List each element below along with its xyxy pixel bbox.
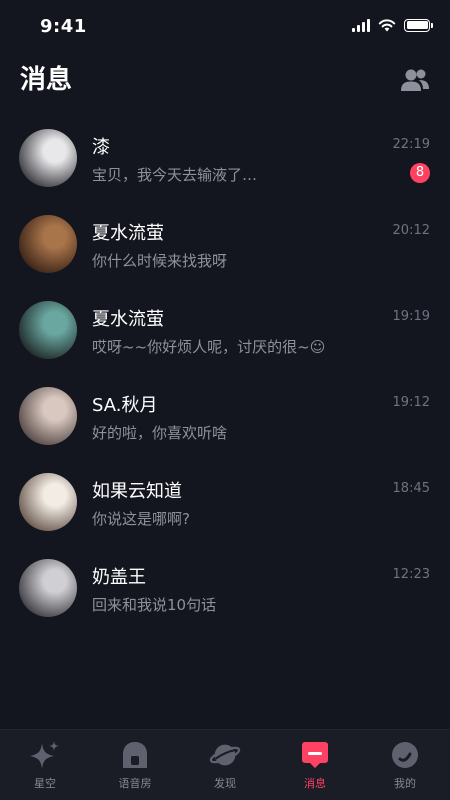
tab-messages[interactable]: 消息 — [270, 730, 360, 800]
tab-voice-room[interactable]: 语音房 — [90, 730, 180, 800]
chat-name: SA.秋月 — [92, 395, 158, 416]
contacts-button[interactable] — [400, 66, 430, 94]
avatar — [19, 215, 77, 273]
chat-preview: 哎呀~~你好烦人呢，讨厌的很~☺ — [92, 338, 326, 356]
chat-name: 漆 — [92, 137, 110, 158]
people-icon — [401, 69, 429, 91]
chat-preview: 你说这是哪啊? — [92, 510, 190, 528]
chat-time: 20:12 — [392, 223, 430, 238]
avatar — [19, 559, 77, 617]
chat-time: 12:23 — [392, 567, 430, 582]
tab-label: 星空 — [34, 777, 56, 790]
tab-label: 我的 — [394, 777, 416, 790]
chat-preview: 回来和我说10句话 — [92, 596, 217, 614]
chat-row[interactable]: 夏水流萤 你什么时候来找我呀 20:12 — [0, 202, 450, 288]
cellular-signal-icon — [352, 18, 370, 32]
wifi-icon — [378, 19, 396, 32]
messages-screen: 9:41 消息 漆 宝贝，我今天去输液了… 22:19 8 夏水流萤 你什么时候… — [0, 0, 450, 800]
message-icon — [299, 739, 331, 771]
tab-label: 发现 — [214, 777, 236, 790]
chat-row[interactable]: SA.秋月 好的啦，你喜欢听啥 19:12 — [0, 374, 450, 460]
chat-row[interactable]: 夏水流萤 哎呀~~你好烦人呢，讨厌的很~☺ 19:19 — [0, 288, 450, 374]
chat-list: 漆 宝贝，我今天去输液了… 22:19 8 夏水流萤 你什么时候来找我呀 20:… — [0, 116, 450, 632]
chat-row[interactable]: 如果云知道 你说这是哪啊? 18:45 — [0, 460, 450, 546]
chat-time: 22:19 — [392, 137, 430, 152]
chat-time: 18:45 — [392, 481, 430, 496]
chat-name: 如果云知道 — [92, 481, 182, 502]
battery-icon — [404, 18, 433, 32]
chat-row[interactable]: 奶盖王 回来和我说10句话 12:23 — [0, 546, 450, 632]
chat-preview: 好的啦，你喜欢听啥 — [92, 424, 228, 442]
avatar — [19, 129, 77, 187]
chat-preview: 你什么时候来找我呀 — [92, 252, 228, 270]
planet-icon — [209, 739, 241, 771]
chat-row[interactable]: 漆 宝贝，我今天去输液了… 22:19 8 — [0, 116, 450, 202]
profile-icon — [389, 739, 421, 771]
tab-starry-sky[interactable]: 星空 — [0, 730, 90, 800]
voice-room-icon — [119, 739, 151, 771]
tab-label: 语音房 — [118, 777, 152, 790]
avatar — [19, 301, 77, 359]
status-bar: 9:41 — [0, 0, 450, 56]
chat-time: 19:19 — [392, 309, 430, 324]
chat-time: 19:12 — [392, 395, 430, 410]
chat-name: 夏水流萤 — [92, 223, 164, 244]
tab-bar: 星空 语音房 发现 消息 我的 — [0, 729, 450, 800]
chat-name: 奶盖王 — [92, 567, 146, 588]
avatar — [19, 473, 77, 531]
tab-label: 消息 — [304, 777, 326, 790]
page-title: 消息 — [20, 65, 73, 95]
tab-profile[interactable]: 我的 — [360, 730, 450, 800]
status-time: 9:41 — [40, 16, 87, 37]
chat-name: 夏水流萤 — [92, 309, 164, 330]
header: 消息 — [0, 58, 450, 102]
unread-badge: 8 — [410, 163, 430, 183]
tab-discover[interactable]: 发现 — [180, 730, 270, 800]
sparkle-icon — [29, 739, 61, 771]
chat-preview: 宝贝，我今天去输液了… — [92, 166, 258, 184]
avatar — [19, 387, 77, 445]
status-icons — [352, 18, 433, 32]
